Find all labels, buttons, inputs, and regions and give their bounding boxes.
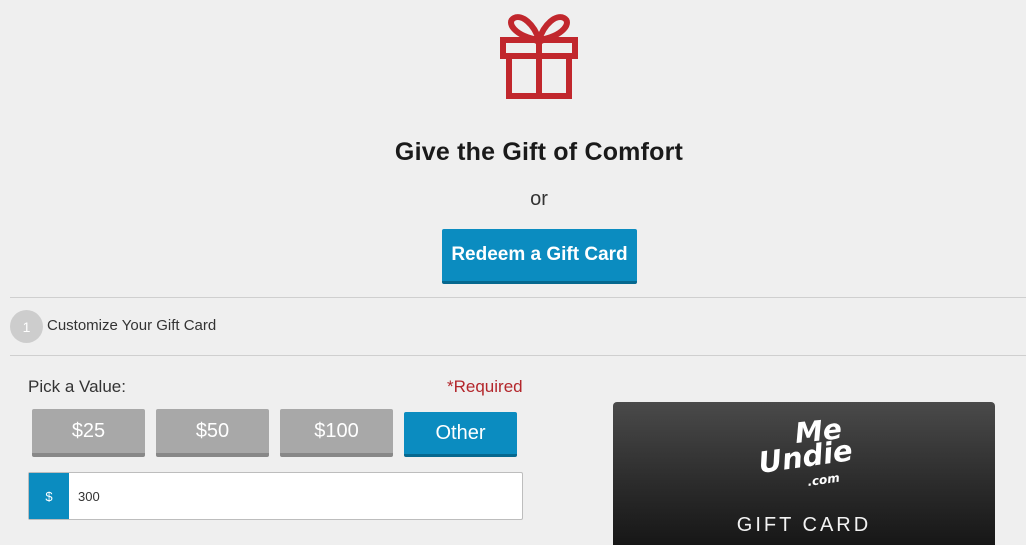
divider xyxy=(10,297,1026,298)
custom-amount-input[interactable] xyxy=(69,473,522,519)
step-title: Customize Your Gift Card xyxy=(47,317,217,334)
svg-text:.com: .com xyxy=(806,471,840,489)
redeem-gift-card-button[interactable]: Redeem a Gift Card xyxy=(442,229,637,284)
value-option-50-button[interactable]: $50 xyxy=(156,409,269,457)
gift-card-preview: Me Undies .com GIFT CARD xyxy=(613,402,995,545)
required-indicator: *Required xyxy=(447,377,523,396)
or-separator: or xyxy=(530,188,548,210)
currency-prefix: $ xyxy=(29,473,69,519)
page-title: Give the Gift of Comfort xyxy=(394,138,684,166)
value-option-100-button[interactable]: $100 xyxy=(280,409,393,457)
meundies-logo: Me Undies .com xyxy=(758,416,853,489)
gift-icon xyxy=(500,14,578,99)
custom-amount-field: $ xyxy=(28,472,523,520)
value-option-25-button[interactable]: $25 xyxy=(32,409,145,457)
gift-card-label: GIFT CARD xyxy=(736,514,872,536)
value-option-other-button[interactable]: Other xyxy=(404,412,517,457)
step-number-badge: 1 xyxy=(10,310,43,343)
pick-value-label: Pick a Value: xyxy=(28,377,126,396)
divider xyxy=(10,355,1026,356)
